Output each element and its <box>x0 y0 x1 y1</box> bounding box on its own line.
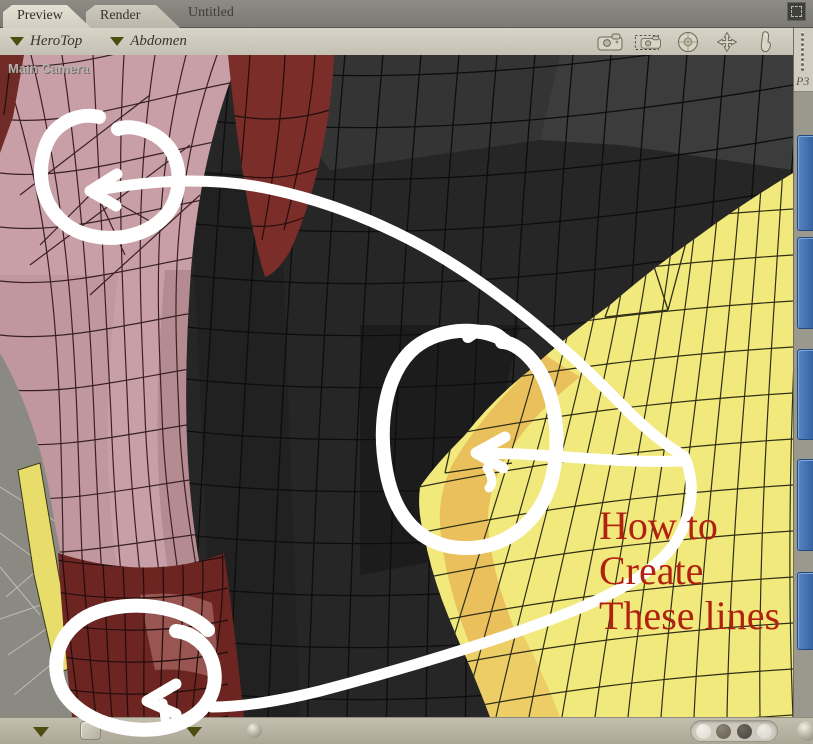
bottom-toolbar <box>0 717 813 744</box>
square-button[interactable] <box>80 721 101 740</box>
side-panel-strip: P3 <box>793 28 813 717</box>
viewport-toolbar: HeroTop Abdomen <box>0 28 793 55</box>
camera-tools <box>595 30 781 53</box>
sphere-icon[interactable] <box>797 721 813 741</box>
figure-dropdown-label: HeroTop <box>30 33 83 49</box>
sphere-icon[interactable] <box>247 723 262 738</box>
preview-viewport[interactable]: Main Camera <box>0 55 793 717</box>
trackball-icon[interactable] <box>673 31 703 53</box>
tab-preview[interactable]: Preview <box>3 5 91 28</box>
bodypart-dropdown-label: Abdomen <box>130 33 187 49</box>
figure-dropdown[interactable]: HeroTop <box>10 33 82 50</box>
grip-dots-icon <box>801 31 804 73</box>
tab-render[interactable]: Render <box>86 5 180 28</box>
display-style-button[interactable] <box>716 723 732 739</box>
display-style-button[interactable] <box>736 723 752 739</box>
panel-tag: P3 <box>796 74 810 88</box>
panel-grip[interactable]: P3 <box>794 28 813 92</box>
triangle-down-icon[interactable] <box>186 727 202 737</box>
panel-item[interactable] <box>797 572 813 650</box>
display-style-button[interactable] <box>756 723 772 739</box>
triangle-down-icon[interactable] <box>33 727 49 737</box>
mesh-scene <box>0 55 793 717</box>
camera-name-label: Main Camera <box>8 61 89 76</box>
triangle-down-icon <box>10 37 24 46</box>
camera-icon[interactable] <box>595 31 625 53</box>
hand-icon[interactable] <box>751 30 781 53</box>
bodypart-dropdown[interactable]: Abdomen <box>110 33 187 50</box>
document-title: Untitled <box>188 5 234 20</box>
triangle-down-icon <box>110 37 125 46</box>
poser-document-window: Preview Render Untitled HeroTop Abdomen <box>0 0 813 744</box>
panel-item[interactable] <box>797 459 813 551</box>
panel-item[interactable] <box>797 135 813 231</box>
move-cross-icon[interactable] <box>712 31 742 53</box>
expand-corners-icon[interactable] <box>787 2 806 21</box>
panel-item[interactable] <box>797 349 813 440</box>
display-style-button[interactable] <box>696 723 712 739</box>
tab-bar: Preview Render Untitled <box>0 0 813 28</box>
camera-select-icon[interactable] <box>634 31 664 53</box>
panel-item[interactable] <box>797 237 813 329</box>
display-style-pill <box>690 720 778 742</box>
